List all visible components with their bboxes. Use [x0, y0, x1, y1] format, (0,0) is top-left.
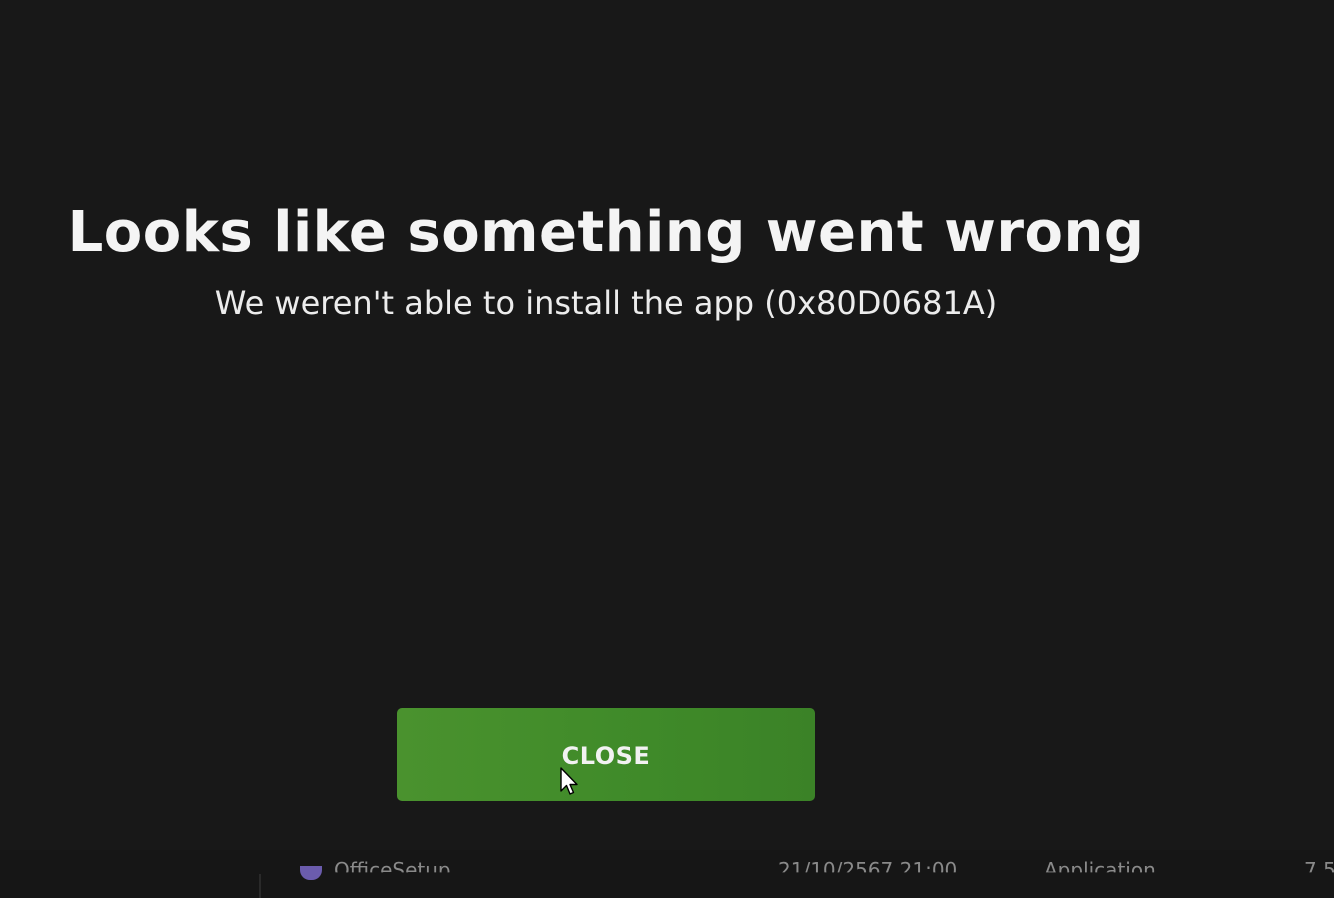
error-title: Looks like something went wrong	[67, 200, 1145, 265]
background-column-divider	[259, 874, 261, 898]
error-message: We weren't able to install the app (0x80…	[214, 284, 998, 322]
close-button[interactable]: CLOSE	[397, 708, 815, 801]
close-button-label: CLOSE	[561, 741, 651, 770]
mouse-pointer-icon	[560, 767, 578, 795]
background-file-list	[0, 850, 1334, 898]
error-screen: Looks like something went wrong We weren…	[0, 0, 1334, 898]
